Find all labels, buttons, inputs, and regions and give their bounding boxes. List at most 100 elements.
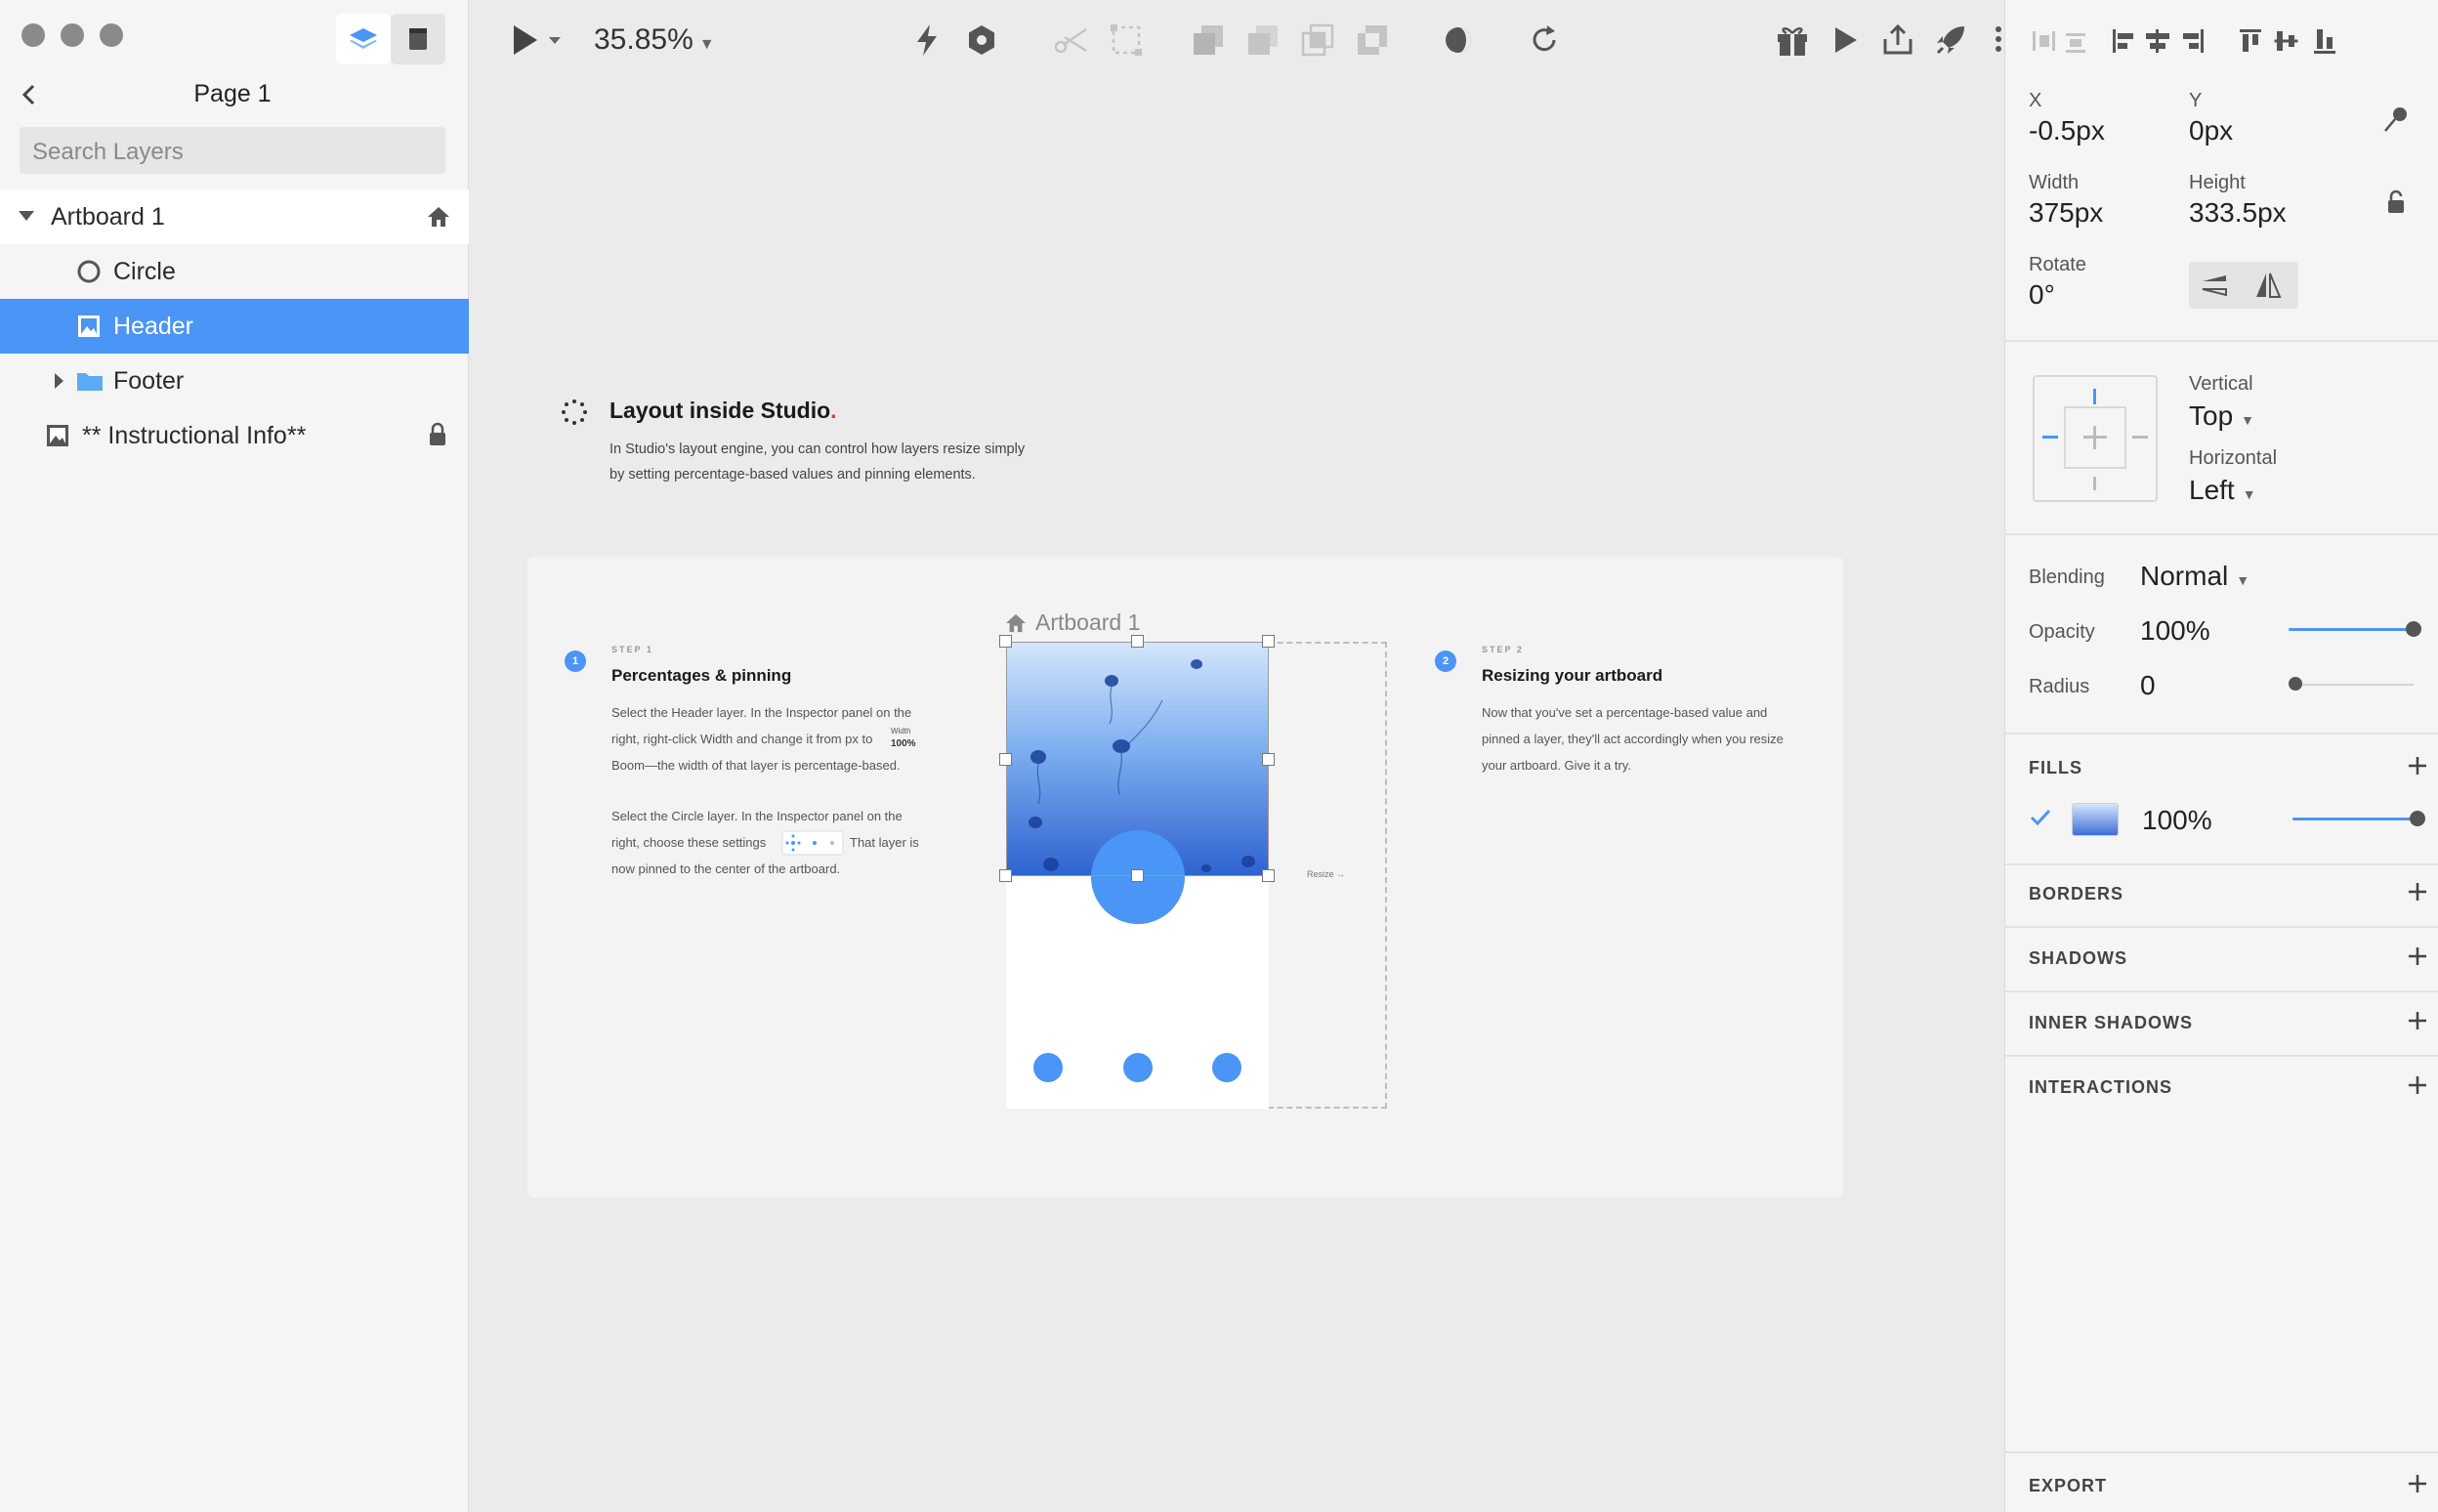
layers-panel: Page 1 Search Layers Artboard 1 Circle H… [0,0,469,1512]
align-toolbar[interactable] [2033,27,2414,55]
radius-input[interactable]: 0 [2140,670,2156,701]
search-layers-input[interactable]: Search Layers [20,127,445,174]
fills-section-title: FILLS [2029,758,2082,777]
add-border-plus-icon[interactable] [2406,880,2429,903]
layers-tab[interactable] [336,14,391,64]
resize-handle-s[interactable] [1131,869,1144,882]
step-2-text-2: pinned a layer, they'll act accordingly … [1482,732,1784,746]
theme-toggle-button[interactable] [1438,20,1479,61]
image-icon [78,315,100,337]
radius-slider-track [2289,684,2414,686]
add-shadow-plus-icon[interactable] [2406,945,2429,968]
difference-button[interactable] [1352,20,1393,61]
gift-button[interactable] [1772,20,1813,61]
mask-button[interactable] [1051,20,1092,61]
resize-handle-nw[interactable] [999,635,1012,648]
step-1-text-6: That layer is [850,835,919,850]
horizontal-dropdown[interactable]: Left ▼ [2189,475,2256,506]
layer-footer[interactable]: Footer [0,354,469,408]
publish-button[interactable] [1930,20,1971,61]
add-inner-shadow-plus-icon[interactable] [2406,1009,2429,1032]
vertical-dropdown[interactable]: Top ▼ [2189,400,2254,432]
resize-handle-ne[interactable] [1262,635,1275,648]
bolt-icon [917,24,937,56]
add-export-plus-icon[interactable] [2406,1472,2429,1495]
footer-dot-3[interactable] [1212,1053,1241,1082]
radius-slider[interactable] [2289,670,2421,699]
fill-swatch[interactable] [2072,803,2119,836]
step-2-label: STEP 2 [1482,645,1524,654]
pin-left[interactable] [2042,436,2058,439]
layer-header[interactable]: Header [0,299,469,354]
width-input[interactable]: 375px [2029,197,2103,229]
disclosure-down-icon[interactable] [18,209,35,223]
x-input[interactable]: -0.5px [2029,115,2105,147]
y-input[interactable]: 0px [2189,115,2233,147]
fill-opacity-slider[interactable] [2292,805,2425,834]
radius-slider-knob[interactable] [2289,677,2302,691]
window-zoom-button[interactable] [100,23,123,47]
resize-handle-w[interactable] [999,753,1012,766]
group-button[interactable] [1106,20,1147,61]
pin-icon[interactable] [2382,105,2408,135]
opacity-input[interactable]: 100% [2140,615,2210,647]
pin-bottom[interactable] [2093,477,2096,490]
separator [2005,926,2438,928]
intersect-button[interactable] [1297,20,1338,61]
chevron-down-icon: ▼ [2241,412,2255,428]
lock-icon[interactable] [428,422,447,447]
add-fill-plus-icon[interactable] [2406,754,2429,777]
home-icon [428,207,449,227]
fill-opacity-input[interactable]: 100% [2142,805,2212,836]
document-tab[interactable] [391,14,445,64]
disclosure-right-icon[interactable] [53,372,64,390]
resize-handle-e[interactable] [1262,753,1275,766]
pinning-widget[interactable] [2033,375,2158,502]
flip-vertical-icon[interactable] [2253,270,2283,301]
layer-instructional-info[interactable]: ** Instructional Info** [0,408,469,463]
prototype-button[interactable] [906,20,947,61]
inspector-panel: X -0.5px Y 0px Width 375px Height 333.5p… [2004,0,2438,1512]
union-button[interactable] [1188,20,1229,61]
refresh-icon [1533,25,1556,52]
flip-horizontal-icon[interactable] [2201,272,2232,299]
separator [2005,733,2438,735]
preview-button[interactable] [1825,20,1866,61]
gift-icon [1778,27,1807,56]
blending-dropdown[interactable]: Normal ▼ [2140,561,2249,592]
pin-right[interactable] [2132,436,2148,439]
add-interaction-plus-icon[interactable] [2406,1073,2429,1097]
layer-circle[interactable]: Circle [0,244,469,299]
chevron-down-icon: ▼ [698,36,715,53]
circle-icon [77,260,101,283]
unlock-icon[interactable] [2386,189,2406,215]
more-menu-button[interactable] [1995,25,2002,55]
opacity-slider-track [2289,628,2414,631]
step-1-text-4: Select the Circle layer. In the Inspecto… [611,809,903,823]
window-close-button[interactable] [21,23,45,47]
select-tool-button[interactable] [508,20,567,61]
share-button[interactable] [1877,20,1918,61]
refresh-button[interactable] [1524,20,1565,61]
pin-center-v[interactable] [2093,426,2096,449]
footer-dot-2[interactable] [1123,1053,1153,1082]
height-input[interactable]: 333.5px [2189,197,2287,229]
layer-artboard-1[interactable]: Artboard 1 [0,189,469,244]
window-minimize-button[interactable] [61,23,84,47]
zoom-level-dropdown[interactable]: 35.85% ▼ [594,23,715,57]
subtract-button[interactable] [1242,20,1283,61]
opacity-slider-knob[interactable] [2406,621,2421,637]
footer-dot-1[interactable] [1033,1053,1063,1082]
pin-top[interactable] [2093,389,2096,404]
separator [2005,340,2438,342]
opacity-slider[interactable] [2289,615,2421,645]
layer-label: ** Instructional Info** [82,422,307,449]
check-icon[interactable] [2029,807,2052,828]
rotate-input[interactable]: 0° [2029,279,2055,311]
component-button[interactable] [961,20,1002,61]
fill-slider-knob[interactable] [2410,811,2425,826]
resize-handle-n[interactable] [1131,635,1144,648]
resize-handle-sw[interactable] [999,869,1012,882]
resize-handle-se[interactable] [1262,869,1275,882]
artboard-title[interactable]: Artboard 1 [1004,609,1140,636]
